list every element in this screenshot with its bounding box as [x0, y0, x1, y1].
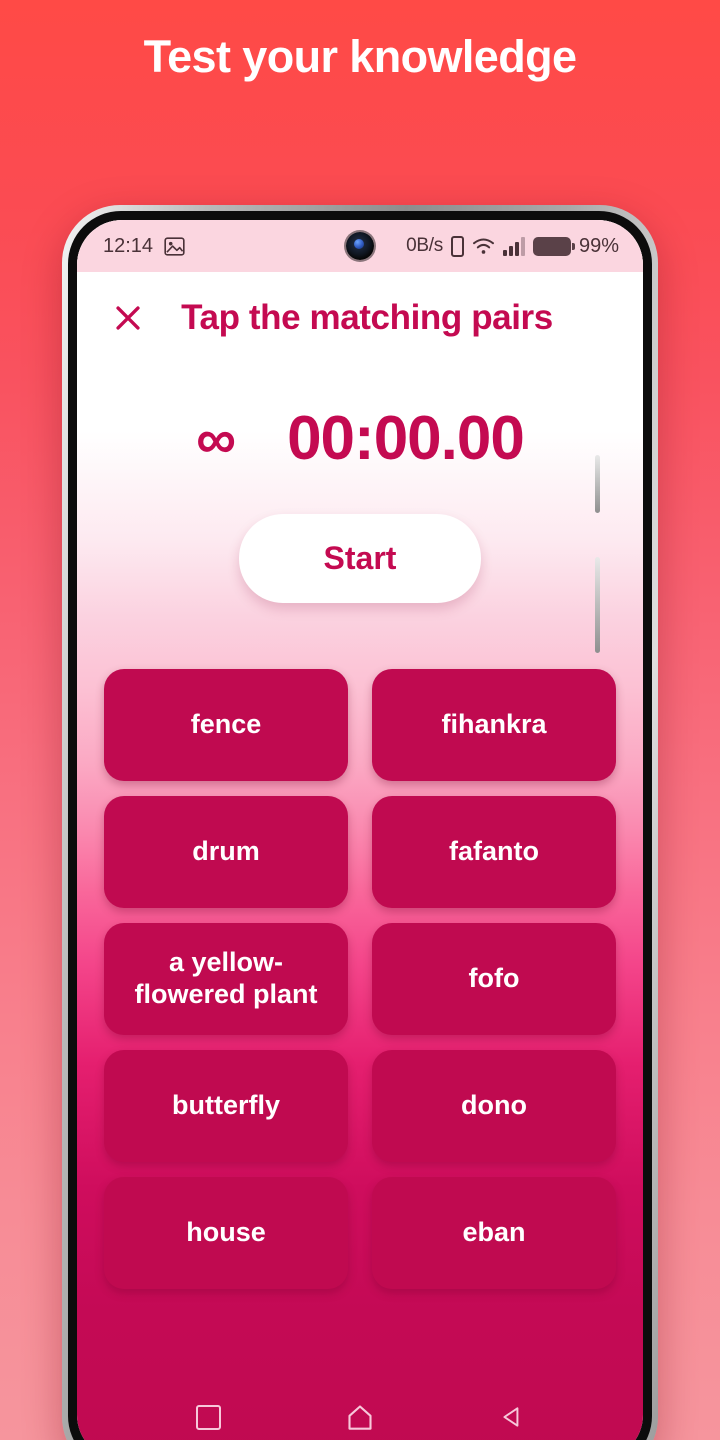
page-title: Tap the matching pairs: [181, 298, 553, 337]
front-camera-punch-hole: [346, 232, 374, 260]
infinity-icon[interactable]: ∞: [196, 411, 236, 467]
pair-card[interactable]: dono: [372, 1050, 616, 1162]
phone-device-frame: Tap the matching pairs ∞ 00:00.00 Start …: [62, 205, 658, 1440]
image-icon: [164, 236, 185, 256]
back-triangle-icon[interactable]: [499, 1404, 525, 1430]
timer-display: 00:00.00: [287, 404, 525, 473]
pair-card[interactable]: a yellow-flowered plant: [104, 923, 348, 1035]
pair-card[interactable]: house: [104, 1177, 348, 1289]
pair-card[interactable]: fofo: [372, 923, 616, 1035]
status-bar-left: 12:14: [103, 235, 185, 258]
sim-card-icon: [450, 235, 464, 257]
power-button[interactable]: [595, 557, 600, 653]
pair-card[interactable]: eban: [372, 1177, 616, 1289]
network-speed: 0B/s: [406, 235, 443, 256]
status-bar-right: 0B/s 99%: [406, 235, 619, 258]
phone-screen: Tap the matching pairs ∞ 00:00.00 Start …: [77, 220, 643, 1440]
close-button[interactable]: [105, 295, 151, 341]
status-time: 12:14: [103, 234, 154, 257]
pair-card[interactable]: fafanto: [372, 796, 616, 908]
app-bar: Tap the matching pairs: [77, 272, 643, 364]
promo-headline: Test your knowledge: [143, 31, 577, 82]
start-button[interactable]: Start: [239, 514, 481, 603]
promo-backdrop: Test your knowledge Tap the matching pai…: [0, 0, 720, 1440]
square-recents-icon[interactable]: [195, 1404, 221, 1430]
phone-bezel: Tap the matching pairs ∞ 00:00.00 Start …: [68, 211, 652, 1440]
start-button-wrap: Start: [77, 514, 643, 603]
pair-card[interactable]: butterfly: [104, 1050, 348, 1162]
android-nav-bar: [77, 1374, 643, 1440]
volume-button[interactable]: [595, 455, 600, 513]
close-icon: [116, 306, 140, 330]
battery-icon: [532, 236, 575, 256]
app-root: Tap the matching pairs ∞ 00:00.00 Start …: [77, 220, 643, 1440]
home-icon[interactable]: [346, 1404, 374, 1430]
pair-card[interactable]: drum: [104, 796, 348, 908]
cellular-signal-icon: [502, 236, 525, 256]
wifi-icon: [473, 238, 494, 254]
status-bar: 12:14 0B/s 99%: [77, 220, 643, 272]
timer-row: ∞ 00:00.00: [77, 374, 643, 504]
pair-card[interactable]: fence: [104, 669, 348, 781]
pair-card[interactable]: fihankra: [372, 669, 616, 781]
matching-pairs-grid: fence fihankra drum fafanto a yellow-flo…: [77, 603, 643, 1374]
battery-percent: 99%: [578, 234, 619, 257]
